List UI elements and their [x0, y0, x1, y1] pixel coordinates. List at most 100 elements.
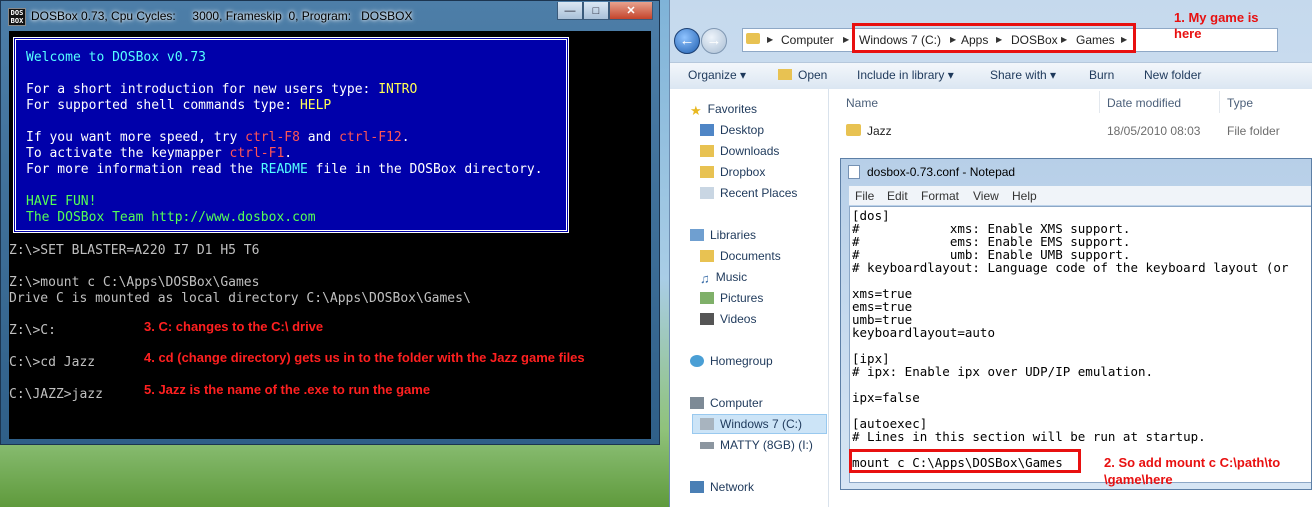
nav-drive-c[interactable]: Windows 7 (C:) [700, 417, 802, 431]
back-arrow-icon[interactable]: ← [674, 28, 700, 54]
computer-icon [690, 397, 704, 409]
nav-desktop[interactable]: Desktop [700, 123, 764, 137]
nav-favorites[interactable]: ★ Favorites [690, 102, 757, 118]
include-in-library-button[interactable]: Include in library ▾ [857, 68, 954, 82]
nav-libraries[interactable]: Libraries [690, 228, 756, 242]
menu-file[interactable]: File [855, 189, 874, 203]
chevron-right-icon: ▶ [767, 35, 774, 44]
notepad-menu-bar: File Edit Format View Help [849, 186, 1311, 205]
documents-icon [700, 250, 714, 262]
dosbox-title: DOSBox 0.73, Cpu Cycles: 3000, Frameskip… [31, 9, 413, 23]
notepad-icon[interactable] [848, 165, 860, 179]
menu-format[interactable]: Format [921, 189, 959, 203]
notepad-title: dosbox-0.73.conf - Notepad [867, 165, 1016, 179]
welcome-line: For supported shell commands type: HELP [26, 98, 332, 113]
navigation-pane: ★ Favorites Desktop Downloads Dropbox Rec… [670, 89, 829, 507]
music-icon: ♫ [700, 271, 710, 286]
path-highlight-box [852, 23, 1136, 53]
nav-recent-places[interactable]: Recent Places [700, 186, 797, 200]
menu-edit[interactable]: Edit [887, 189, 908, 203]
desktop-icon [700, 124, 714, 136]
nav-documents[interactable]: Documents [700, 249, 781, 263]
burn-button[interactable]: Burn [1089, 68, 1114, 82]
forward-arrow-icon[interactable]: → [701, 28, 727, 54]
breadcrumb-item[interactable]: Computer [781, 33, 834, 47]
file-name: Jazz [867, 124, 892, 138]
new-folder-button[interactable]: New folder [1144, 68, 1201, 82]
pictures-icon [700, 292, 714, 304]
nav-dropbox[interactable]: Dropbox [700, 165, 765, 179]
console-line: Drive C is mounted as local directory C:… [9, 291, 471, 306]
file-date: 18/05/2010 08:03 [1107, 124, 1201, 138]
column-header-type[interactable]: Type [1227, 96, 1253, 110]
menu-help[interactable]: Help [1012, 189, 1037, 203]
welcome-line: Welcome to DOSBox v0.73 [26, 50, 207, 65]
downloads-folder-icon [700, 145, 714, 157]
config-line: # keyboardlayout: Language code of the k… [852, 260, 1289, 275]
console-line: Z:\>mount c C:\Apps\DOSBox\Games [9, 275, 260, 290]
close-button[interactable]: ✕ [609, 2, 653, 20]
nav-drive-i[interactable]: MATTY (8GB) (I:) [700, 438, 813, 452]
homegroup-icon [690, 355, 704, 367]
notepad-text-area[interactable]: [dos] # xms: Enable XMS support. # ems: En… [849, 206, 1311, 483]
config-line: ipx=false [852, 390, 920, 405]
nav-videos[interactable]: Videos [700, 312, 756, 326]
annotation-step-3: 3. C: changes to the C:\ drive [144, 319, 324, 334]
console-line: Z:\>SET BLASTER=A220 I7 D1 H5 T6 [9, 243, 260, 258]
file-type: File folder [1227, 124, 1280, 138]
annotation-step-1: 1. My game is here [1174, 10, 1259, 41]
hard-drive-icon [700, 418, 714, 430]
organize-button[interactable]: Organize ▾ [688, 68, 746, 82]
videos-icon [700, 313, 714, 325]
config-line: ems=true [852, 299, 913, 314]
annotation-step-5: 5. Jazz is the name of the .exe to run t… [144, 382, 431, 397]
star-icon: ★ [690, 103, 702, 118]
folder-icon [778, 69, 792, 80]
dosbox-window: DOS BOX DOSBox 0.73, Cpu Cycles: 3000, Fr… [0, 0, 660, 445]
nav-pictures[interactable]: Pictures [700, 291, 763, 305]
config-line: keyboardlayout=auto [852, 325, 995, 340]
console-line: C:\>cd Jazz [9, 355, 96, 370]
annotation-step-2: 2. So add mount c C:\path\to \game\here [1104, 455, 1281, 487]
annotation-step-4: 4. cd (change directory) gets us in to t… [144, 350, 585, 365]
config-line [852, 339, 1289, 352]
nav-network[interactable]: Network [690, 480, 754, 494]
maximize-button[interactable]: □ [583, 2, 609, 20]
welcome-box: Welcome to DOSBox v0.73 For a short intr… [13, 37, 569, 233]
nav-downloads[interactable]: Downloads [700, 144, 779, 158]
console-line: C:\JAZZ>jazz [9, 387, 103, 402]
config-line [852, 274, 1289, 287]
recent-places-icon [700, 187, 714, 199]
dosbox-app-icon[interactable]: DOS BOX [8, 8, 26, 26]
dosbox-title-bar[interactable]: DOS BOX DOSBox 0.73, Cpu Cycles: 3000, Fr… [1, 1, 659, 31]
notepad-window: dosbox-0.73.conf - Notepad File Edit For… [840, 158, 1312, 490]
nav-computer[interactable]: Computer [690, 396, 763, 410]
usb-drive-icon [700, 442, 714, 449]
config-text: [dos] # xms: Enable XMS support. # ems: En… [852, 209, 1289, 469]
dos-console[interactable]: Welcome to DOSBox v0.73 For a short intr… [9, 31, 651, 439]
welcome-line: For a short introduction for new users t… [26, 82, 418, 97]
chevron-right-icon: ▶ [843, 35, 850, 44]
welcome-line: To activate the keymapper ctrl-F1. [26, 146, 293, 161]
minimize-button[interactable]: — [557, 2, 583, 20]
nav-music[interactable]: ♫ Music [700, 270, 747, 286]
mount-line-highlight-box [849, 449, 1081, 473]
config-line: # ipx: Enable ipx over UDP/IP emulation. [852, 364, 1154, 379]
config-line: xms=true [852, 286, 913, 301]
folder-icon [846, 124, 861, 136]
menu-view[interactable]: View [973, 189, 999, 203]
table-row[interactable]: Jazz 18/05/2010 08:03 File folder [841, 121, 1312, 141]
welcome-line: HAVE FUN! [26, 194, 97, 209]
libraries-icon [690, 229, 704, 241]
folder-icon [746, 33, 760, 44]
open-button[interactable]: Open [778, 68, 827, 82]
welcome-line: The DOSBox Team http://www.dosbox.com [26, 210, 316, 225]
column-header-name[interactable]: Name [846, 96, 878, 110]
share-with-button[interactable]: Share with ▾ [990, 68, 1056, 82]
welcome-line: If you want more speed, try ctrl-F8 and … [26, 130, 410, 145]
dropbox-folder-icon [700, 166, 714, 178]
column-header-date[interactable]: Date modified [1107, 96, 1181, 110]
nav-homegroup[interactable]: Homegroup [690, 354, 773, 368]
network-icon [690, 481, 704, 493]
welcome-line: For more information read the README fil… [26, 162, 543, 177]
